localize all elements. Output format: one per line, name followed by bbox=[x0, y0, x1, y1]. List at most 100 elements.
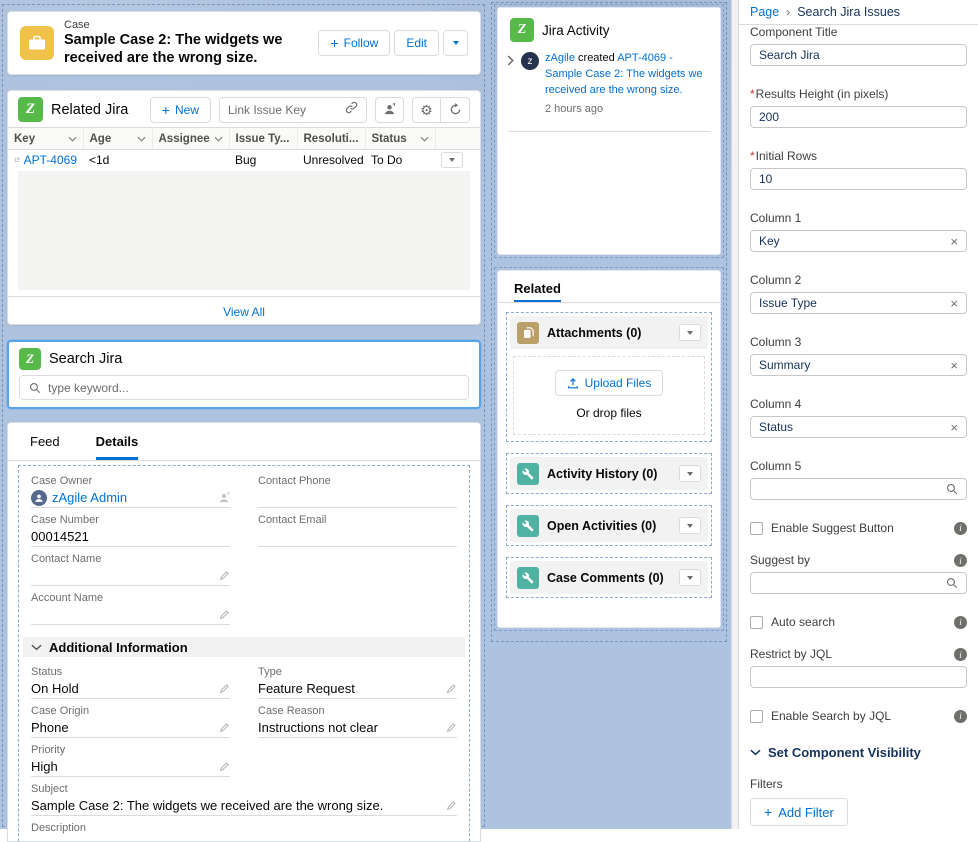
jira-activity-panel: Z Jira Activity z zAgile created APT-406… bbox=[497, 7, 721, 255]
activity-history-actions-button[interactable] bbox=[679, 465, 701, 482]
related-jira-title: Related Jira bbox=[51, 102, 142, 118]
open-activities-icon bbox=[517, 515, 539, 537]
record-detail-panel: Feed Details Case Owner zAgile Admin bbox=[7, 422, 481, 842]
edit-pencil-icon[interactable] bbox=[219, 722, 230, 733]
clear-icon[interactable]: × bbox=[950, 421, 958, 434]
follow-button[interactable]: + Follow bbox=[318, 30, 390, 56]
results-empty-area bbox=[18, 171, 470, 290]
canvas-scroll-gutter[interactable] bbox=[731, 0, 738, 829]
case-comments-actions-button[interactable] bbox=[679, 569, 701, 586]
column-5-input[interactable] bbox=[750, 478, 967, 500]
issue-key-link[interactable]: APT-4069 bbox=[24, 153, 77, 167]
auto-search-checkbox[interactable] bbox=[750, 616, 763, 629]
search-icon bbox=[946, 577, 958, 589]
row-actions-button[interactable] bbox=[441, 152, 463, 168]
enable-suggest-checkbox[interactable] bbox=[750, 522, 763, 535]
cell-age: <1d bbox=[83, 150, 152, 171]
info-icon[interactable]: i bbox=[954, 710, 967, 723]
info-icon[interactable]: i bbox=[954, 554, 967, 567]
restrict-jql-input[interactable] bbox=[750, 666, 967, 688]
activity-history-header[interactable]: Activity History (0) bbox=[510, 457, 708, 490]
keyword-search-input[interactable]: type keyword... bbox=[19, 375, 469, 400]
info-icon[interactable]: i bbox=[954, 522, 967, 535]
search-jira-panel-selected[interactable]: Z Search Jira type keyword... bbox=[7, 340, 481, 409]
change-owner-icon[interactable] bbox=[218, 492, 230, 504]
component-title-input[interactable]: Search Jira bbox=[750, 44, 967, 66]
info-icon[interactable]: i bbox=[954, 616, 967, 629]
jira-icon: Z bbox=[510, 18, 534, 42]
chevron-down-icon bbox=[420, 136, 429, 142]
more-actions-button[interactable] bbox=[443, 30, 468, 56]
results-height-label: Results Height (in pixels) bbox=[756, 87, 889, 102]
edit-pencil-icon[interactable] bbox=[446, 722, 457, 733]
link-issue-key-input[interactable]: Link Issue Key bbox=[219, 97, 367, 123]
column-2-label: Column 2 bbox=[750, 273, 967, 288]
edit-pencil-icon[interactable] bbox=[446, 800, 457, 811]
attachments-actions-button[interactable] bbox=[679, 324, 701, 341]
open-activities-header[interactable]: Open Activities (0) bbox=[510, 509, 708, 542]
plus-icon: + bbox=[764, 805, 772, 819]
column-header-key[interactable]: Key bbox=[8, 128, 83, 150]
column-header-age[interactable]: Age bbox=[83, 128, 152, 150]
field-account-name: Account Name bbox=[31, 592, 230, 625]
upload-files-button[interactable]: Upload Files bbox=[555, 370, 664, 396]
case-owner-link[interactable]: zAgile Admin bbox=[52, 490, 213, 505]
edit-pencil-icon[interactable] bbox=[219, 761, 230, 772]
refresh-button[interactable] bbox=[441, 97, 470, 123]
gear-icon: ⚙ bbox=[420, 103, 433, 117]
edit-pencil-icon[interactable] bbox=[219, 609, 230, 620]
enable-search-jql-checkbox[interactable] bbox=[750, 710, 763, 723]
open-activities-actions-button[interactable] bbox=[679, 517, 701, 534]
builder-canvas: Case Sample Case 2: The widgets we recei… bbox=[0, 0, 731, 829]
column-3-input[interactable]: Summary× bbox=[750, 354, 967, 376]
settings-button[interactable]: ⚙ bbox=[412, 97, 441, 123]
tab-related[interactable]: Related bbox=[514, 281, 561, 302]
field-contact-name: Contact Name bbox=[31, 553, 230, 586]
tab-feed[interactable]: Feed bbox=[30, 423, 60, 460]
attachments-header[interactable]: Attachments (0) bbox=[510, 316, 708, 349]
edit-pencil-icon[interactable] bbox=[446, 683, 457, 694]
assign-user-button[interactable] bbox=[375, 97, 404, 123]
new-issue-button[interactable]: + New bbox=[150, 97, 211, 123]
column-4-input[interactable]: Status× bbox=[750, 416, 967, 438]
column-1-label: Column 1 bbox=[750, 211, 967, 226]
clear-icon[interactable]: × bbox=[950, 297, 958, 310]
actor-link[interactable]: zAgile bbox=[545, 52, 575, 64]
initial-rows-input[interactable]: 10 bbox=[750, 168, 967, 190]
plus-icon: + bbox=[162, 103, 170, 117]
chevron-right-icon[interactable] bbox=[506, 55, 515, 66]
tab-details[interactable]: Details bbox=[96, 423, 139, 460]
clear-icon[interactable]: × bbox=[950, 235, 958, 248]
column-4-group: Column 4 Status× bbox=[750, 397, 967, 438]
middle-region: Z Jira Activity z zAgile created APT-406… bbox=[494, 4, 724, 640]
jira-icon: Z bbox=[18, 97, 43, 122]
add-filter-button[interactable]: + Add Filter bbox=[750, 798, 848, 826]
file-dropzone[interactable]: Upload Files Or drop files bbox=[513, 356, 705, 435]
view-all-link[interactable]: View All bbox=[8, 296, 480, 326]
field-case-reason: Case Reason Instructions not clear bbox=[258, 705, 457, 738]
column-1-group: Column 1 Key× bbox=[750, 211, 967, 252]
column-1-input[interactable]: Key× bbox=[750, 230, 967, 252]
entity-label: Case bbox=[64, 19, 308, 31]
cell-assignee bbox=[152, 150, 229, 171]
edit-pencil-icon[interactable] bbox=[219, 683, 230, 694]
column-header-resolution[interactable]: Resoluti... bbox=[297, 128, 365, 150]
cell-status: To Do bbox=[365, 150, 435, 171]
chevron-down-icon bbox=[68, 136, 77, 142]
breadcrumb-page-link[interactable]: Page bbox=[750, 5, 779, 19]
column-header-assignee[interactable]: Assignee bbox=[152, 128, 229, 150]
case-comments-header[interactable]: Case Comments (0) bbox=[510, 561, 708, 594]
column-2-input[interactable]: Issue Type× bbox=[750, 292, 967, 314]
edit-pencil-icon[interactable] bbox=[219, 570, 230, 581]
info-icon[interactable]: i bbox=[954, 648, 967, 661]
section-additional-information[interactable]: Additional Information bbox=[23, 637, 465, 657]
record-detail-component: Case Owner zAgile Admin Case Number 0001… bbox=[18, 465, 470, 842]
suggest-by-input[interactable] bbox=[750, 572, 967, 594]
column-header-issue-type[interactable]: Issue Ty... bbox=[229, 128, 297, 150]
cell-resolution: Unresolved bbox=[297, 150, 365, 171]
clear-icon[interactable]: × bbox=[950, 359, 958, 372]
results-height-input[interactable]: 200 bbox=[750, 106, 967, 128]
set-component-visibility-header[interactable]: Set Component Visibility bbox=[750, 745, 967, 760]
column-header-status[interactable]: Status bbox=[365, 128, 435, 150]
edit-button[interactable]: Edit bbox=[394, 30, 439, 56]
